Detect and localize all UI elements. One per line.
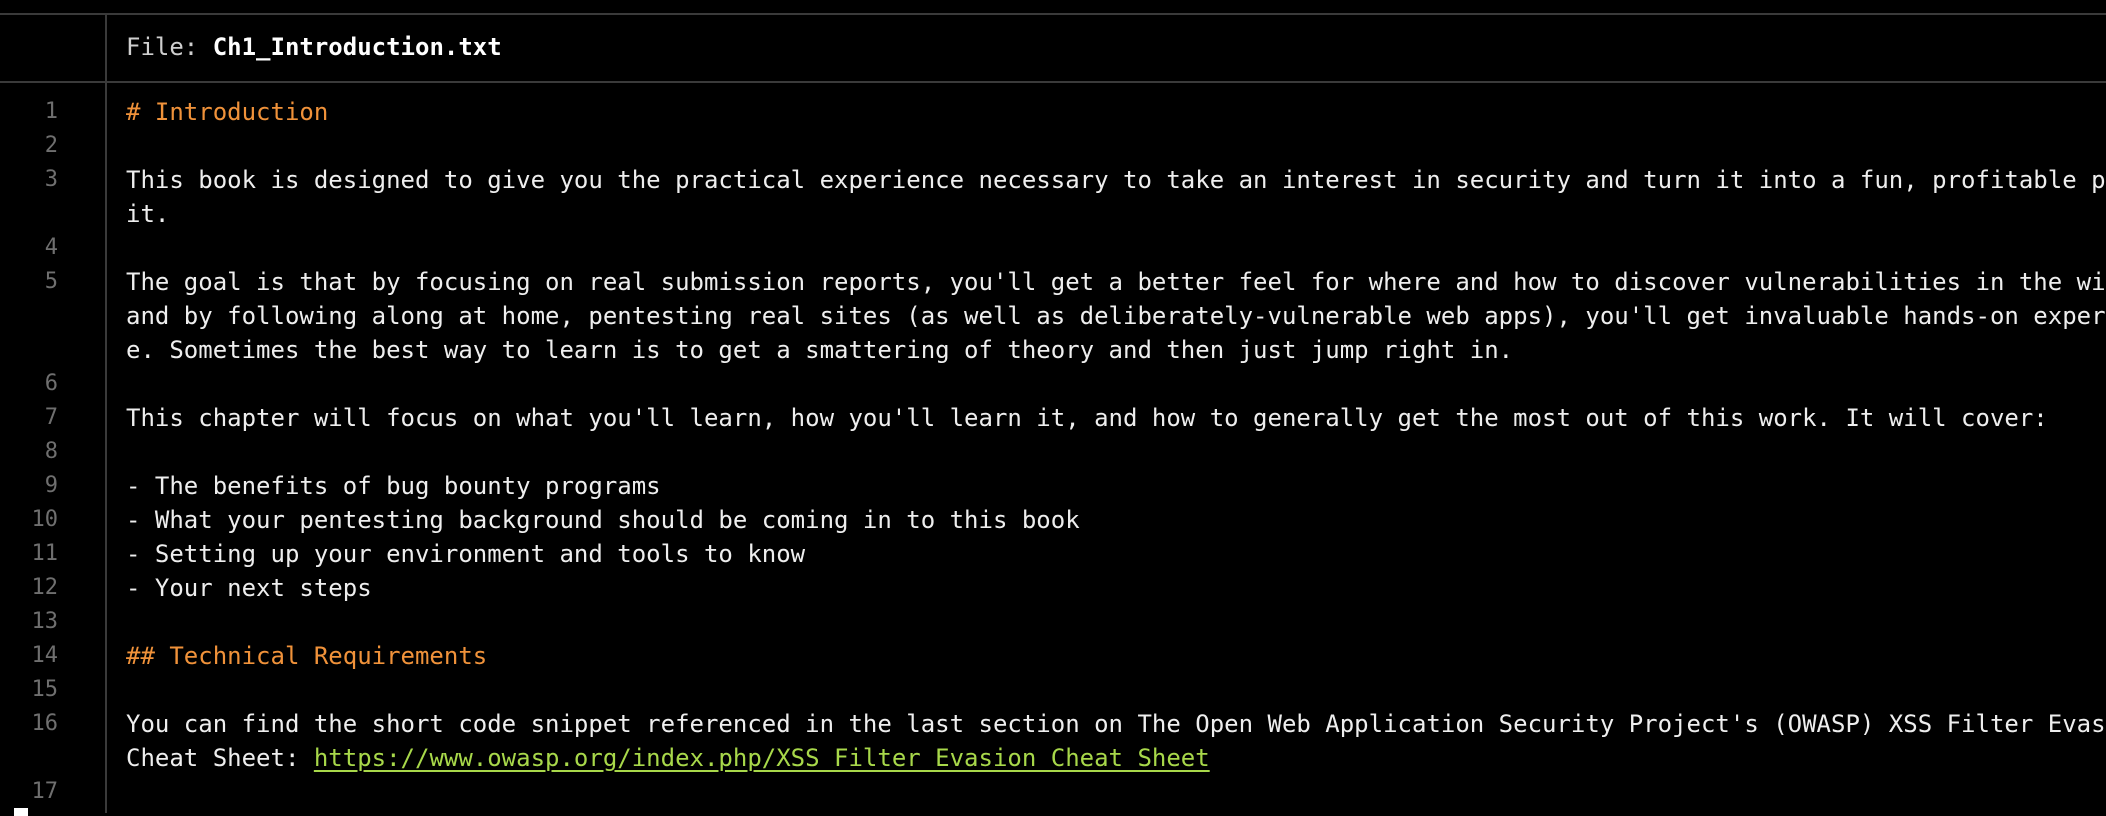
line-number: 12 bbox=[31, 575, 59, 600]
editor-line[interactable]: 9 - The benefits of bug bounty programs bbox=[0, 469, 2106, 503]
line-number: 7 bbox=[44, 405, 58, 430]
editor-line[interactable]: 1 # Introduction bbox=[0, 95, 2106, 129]
editor-line[interactable]: 5 The goal is that by focusing on real su… bbox=[0, 265, 2106, 367]
line-number: 8 bbox=[44, 439, 58, 464]
line-number: 1 bbox=[44, 99, 58, 124]
editor-line[interactable]: 15 bbox=[0, 673, 2106, 707]
line-number: 14 bbox=[31, 643, 59, 668]
line-text: - Your next steps bbox=[126, 574, 372, 602]
editor-line[interactable]: 11 - Setting up your environment and tool… bbox=[0, 537, 2106, 571]
editor-line[interactable]: 4 bbox=[0, 231, 2106, 265]
editor-line[interactable]: 14 ## Technical Requirements bbox=[0, 639, 2106, 673]
link-prefix: Cheat Sheet: bbox=[126, 744, 314, 772]
line-number: 6 bbox=[44, 371, 58, 396]
line-text: This book is designed to give you the pr… bbox=[126, 166, 2106, 194]
line-text: This chapter will focus on what you'll l… bbox=[126, 404, 2048, 432]
line-text: - What your pentesting background should… bbox=[126, 506, 1080, 534]
file-title: File: Ch1_Introduction.txt bbox=[126, 32, 502, 62]
editor-line[interactable]: 12 - Your next steps bbox=[0, 571, 2106, 605]
line-text: - Setting up your environment and tools … bbox=[126, 540, 806, 568]
line-text: The goal is that by focusing on real sub… bbox=[126, 268, 2106, 296]
line-text: - The benefits of bug bounty programs bbox=[126, 472, 661, 500]
editor-line[interactable]: 8 bbox=[0, 435, 2106, 469]
editor-line[interactable]: 3 This book is designed to give you the p… bbox=[0, 163, 2106, 231]
line-text: it. bbox=[126, 200, 170, 228]
line-text: Cheat Sheet: https://www.owasp.org/index… bbox=[126, 741, 2106, 775]
line-number: 2 bbox=[44, 133, 58, 158]
editor-line[interactable]: 10 - What your pentesting background shou… bbox=[0, 503, 2106, 537]
line-text: and by following along at home, pentesti… bbox=[126, 302, 2106, 330]
line-number: 13 bbox=[31, 609, 59, 634]
line-number: 3 bbox=[44, 167, 58, 192]
file-header: File: Ch1_Introduction.txt bbox=[0, 15, 2106, 81]
line-number: 17 bbox=[31, 779, 59, 804]
line-number: 11 bbox=[31, 541, 59, 566]
line-number: 15 bbox=[31, 677, 59, 702]
line-number: 16 bbox=[31, 711, 59, 736]
editor-line[interactable]: 7 This chapter will focus on what you'll … bbox=[0, 401, 2106, 435]
text-editor[interactable]: 1 # Introduction 2 3 This book is designed t… bbox=[0, 83, 2106, 816]
file-name: Ch1_Introduction.txt bbox=[212, 33, 502, 61]
markdown-heading: # Introduction bbox=[126, 98, 329, 126]
editor-line[interactable]: 13 bbox=[0, 605, 2106, 639]
line-number: 10 bbox=[31, 507, 59, 532]
owasp-cheat-sheet-link[interactable]: https://www.owasp.org/index.php/XSS_Filt… bbox=[314, 744, 1210, 772]
text-cursor bbox=[14, 808, 28, 816]
editor-line[interactable]: 17 bbox=[0, 775, 2106, 809]
editor-line[interactable]: 2 bbox=[0, 129, 2106, 163]
line-number: 4 bbox=[44, 235, 58, 260]
file-label-prefix: File: bbox=[126, 33, 213, 61]
line-number: 5 bbox=[44, 269, 58, 294]
line-text: You can find the short code snippet refe… bbox=[126, 710, 2106, 738]
markdown-heading: ## Technical Requirements bbox=[126, 642, 488, 670]
line-number: 9 bbox=[44, 473, 58, 498]
editor-line[interactable]: 6 bbox=[0, 367, 2106, 401]
line-text: e. Sometimes the best way to learn is to… bbox=[126, 336, 1514, 364]
editor-line[interactable]: 16 You can find the short code snippet re… bbox=[0, 707, 2106, 775]
